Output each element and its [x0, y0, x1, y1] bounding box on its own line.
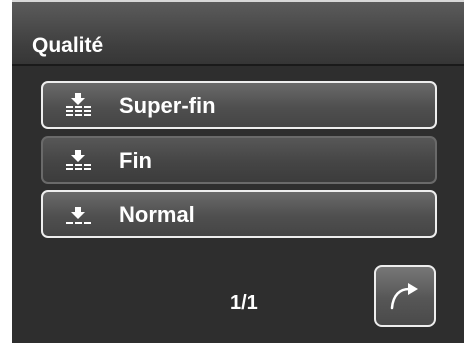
option-label: Normal	[119, 202, 195, 227]
option-normal-button[interactable]: Normal	[41, 190, 437, 238]
quality-menu-screen: Qualité Super-fin Fin Normal 1/1	[12, 0, 464, 343]
option-label: Super-fin	[119, 93, 216, 118]
return-button[interactable]	[374, 265, 436, 327]
header-divider	[12, 64, 464, 66]
option-fin-button[interactable]: Fin	[41, 136, 437, 184]
page-indicator: 1/1	[230, 292, 258, 314]
quality-superfine-icon	[66, 93, 91, 116]
menu-header: Qualité	[12, 0, 464, 64]
option-label: Fin	[119, 148, 152, 173]
option-super-fin-button[interactable]: Super-fin	[41, 81, 437, 129]
return-arrow-icon	[390, 283, 418, 310]
page-title: Qualité	[32, 34, 104, 57]
quality-fine-icon	[66, 150, 91, 170]
quality-normal-icon	[66, 207, 91, 224]
